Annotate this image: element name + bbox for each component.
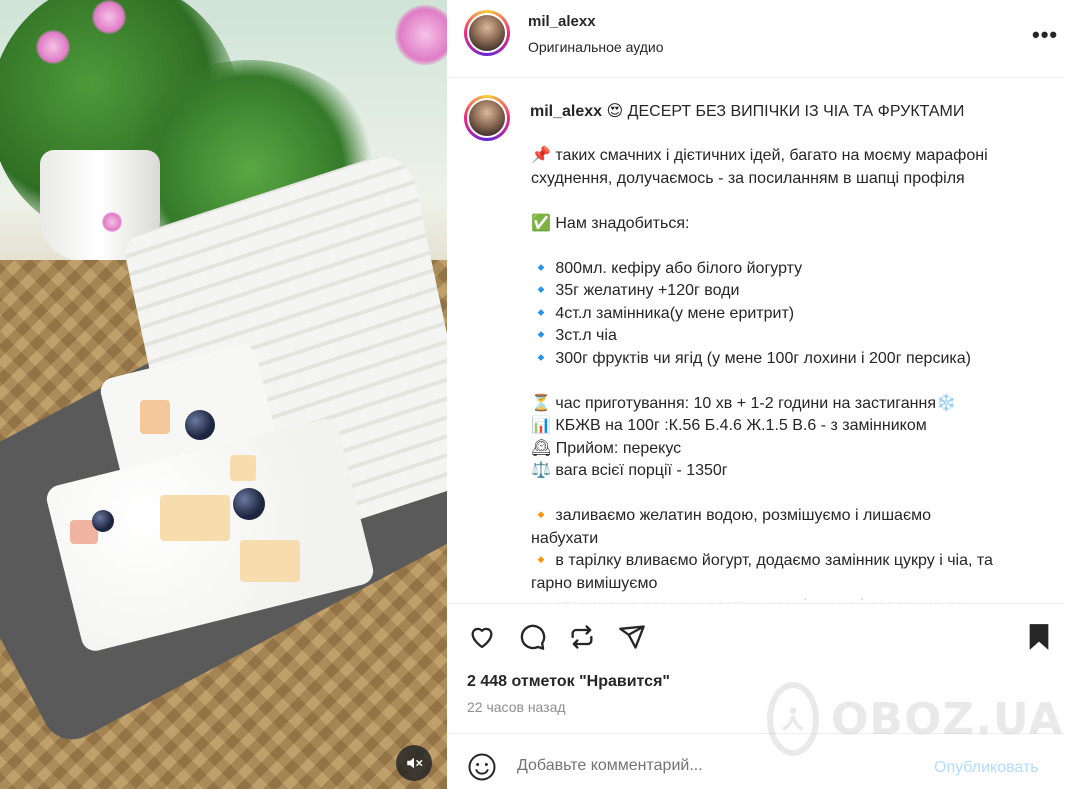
repost-button[interactable] (567, 622, 597, 652)
caption-line: 🔹 800мл. кефіру або білого йогурту (531, 259, 803, 277)
share-icon (619, 625, 645, 649)
caption-line (531, 235, 1051, 258)
likes-count[interactable]: 2 448 отметок "Нравится" (467, 673, 670, 691)
caption-line: схуднення, долучаємось - за посиланням в… (531, 169, 965, 187)
comment-button[interactable] (517, 622, 547, 652)
caption-username[interactable]: mil_alexx (530, 103, 602, 120)
post-time[interactable]: 22 часов назад (467, 699, 566, 715)
caption: mil_alexx 😍 ДЕСЕРТ БЕЗ ВИПІЧКИ ІЗ ЧІА ТА… (447, 79, 1065, 603)
caption-body: 📌 таких смачних і дієтичних ідей, багато… (531, 145, 1051, 603)
header-username[interactable]: mil_alexx (528, 13, 596, 30)
blueberry (185, 410, 215, 440)
caption-title: 😍 ДЕСЕРТ БЕЗ ВИПІЧКИ ІЗ ЧІА ТА ФРУКТАМИ (606, 103, 965, 120)
caption-line: 🔸 в тарілку вливаємо йогурт, додаємо зам… (531, 552, 993, 569)
fruit-piece (160, 495, 230, 541)
repost-icon (571, 625, 593, 649)
caption-line: 🔹 4ст.л замінника(у мене еритрит) (531, 304, 795, 322)
flower (36, 30, 70, 64)
caption-line: ⚖️ вага всієї порції - 1350г (531, 462, 728, 479)
fruit-piece (140, 400, 170, 434)
audio-label[interactable]: Оригинальное аудио (528, 39, 664, 55)
flower (92, 0, 126, 34)
more-icon[interactable]: ••• (1032, 22, 1058, 48)
emoji-icon (468, 753, 496, 781)
caption-line: 📌 таких смачних і дієтичних ідей, багато… (531, 147, 988, 164)
bookmark-icon (1029, 624, 1049, 650)
comment-input[interactable] (517, 757, 917, 775)
caption-line: 🕰 Прийом: перекус (531, 439, 682, 457)
blueberry (92, 510, 114, 532)
like-button[interactable] (467, 622, 497, 652)
caption-line (531, 370, 1051, 393)
caption-line: набухати (531, 529, 599, 547)
save-button[interactable] (1024, 622, 1054, 652)
avatar[interactable] (464, 95, 510, 141)
share-button[interactable] (617, 622, 647, 652)
flower (102, 212, 122, 232)
action-bar (447, 604, 1065, 668)
mute-icon (407, 757, 423, 769)
caption-line: 🔸 заливаємо желатин водою, розмішуємо і … (531, 507, 932, 524)
mute-button[interactable] (396, 745, 432, 781)
caption-line: 📊 КБЖВ на 100г :К.56 Б.4.6 Ж.1.5 В.6 - з… (531, 417, 927, 434)
caption-line: 🔹 35г желатину +120г води (531, 282, 740, 299)
watermark-text: OBOZ.UA (831, 693, 1064, 745)
watermark-logo-icon (767, 682, 819, 756)
fruit-piece (230, 455, 256, 481)
caption-line: ⏳ час приготування: 10 хв + 1-2 години н… (531, 394, 956, 412)
emoji-button[interactable] (467, 752, 497, 782)
caption-line: 🔹 300г фруктів чи ягід (у мене 100г лохи… (531, 349, 971, 367)
fruit-piece (240, 540, 300, 582)
publish-button[interactable]: Опубликовать (934, 759, 1039, 777)
heart-icon (471, 627, 493, 649)
caption-line: 🔹 3ст.л чіа (531, 327, 617, 344)
post-media[interactable] (0, 0, 447, 789)
caption-line (531, 483, 1051, 506)
comment-icon (520, 624, 546, 650)
blueberry (233, 488, 265, 520)
post-panel: mil_alexx Оригинальное аудио ••• mil_ale… (447, 0, 1065, 789)
caption-line (531, 190, 1051, 213)
caption-title-line: mil_alexx 😍 ДЕСЕРТ БЕЗ ВИПІЧКИ ІЗ ЧІА ТА… (530, 101, 964, 121)
watermark: OBOZ.UA (767, 682, 1062, 756)
post-header: mil_alexx Оригинальное аудио ••• (447, 0, 1065, 78)
avatar[interactable] (464, 10, 510, 56)
caption-line: ✅ Нам знадобиться: (531, 214, 690, 232)
flower (395, 5, 447, 65)
caption-fade (447, 589, 1065, 603)
